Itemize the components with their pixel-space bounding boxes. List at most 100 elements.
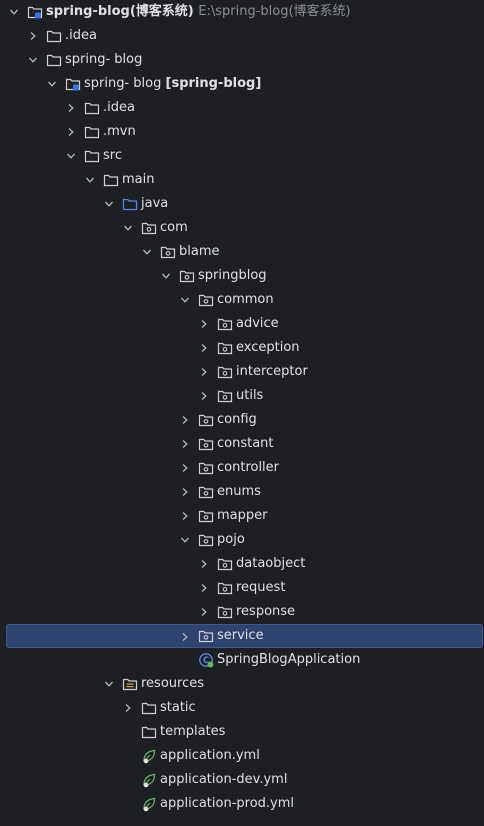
- chevron-down-icon[interactable]: [160, 264, 172, 288]
- node-label: mapper: [217, 508, 268, 523]
- tree-node-com[interactable]: com: [0, 216, 484, 240]
- tree-node-service[interactable]: service: [6, 624, 483, 648]
- chevron-down-icon[interactable]: [84, 168, 96, 192]
- tree-node-application-dev-yml[interactable]: application-dev.yml: [0, 768, 484, 792]
- tree-node-config[interactable]: config: [0, 408, 484, 432]
- tree-node-constant[interactable]: constant: [0, 432, 484, 456]
- chevron-right-icon[interactable]: [198, 552, 210, 576]
- tree-node-response[interactable]: response: [0, 600, 484, 624]
- tree-node-resources[interactable]: resources: [0, 672, 484, 696]
- tree-node-advice[interactable]: advice: [0, 312, 484, 336]
- tree-node-utils[interactable]: utils: [0, 384, 484, 408]
- node-label: application.yml: [160, 748, 260, 763]
- tree-node-controller[interactable]: controller: [0, 456, 484, 480]
- chevron-right-icon[interactable]: [65, 96, 77, 120]
- chevron-right-icon[interactable]: [179, 480, 191, 504]
- package-icon: [198, 508, 214, 524]
- node-label: pojo: [217, 532, 245, 547]
- tree-node-mapper[interactable]: mapper: [0, 504, 484, 528]
- chevron-right-icon[interactable]: [179, 504, 191, 528]
- node-label: request: [236, 580, 286, 595]
- package-icon: [198, 292, 214, 308]
- node-label: springblog: [198, 268, 267, 283]
- node-label: interceptor: [236, 364, 308, 379]
- tree-node-enums[interactable]: enums: [0, 480, 484, 504]
- module-folder-icon: [27, 4, 43, 20]
- chevron-down-icon[interactable]: [179, 288, 191, 312]
- chevron-right-icon[interactable]: [179, 408, 191, 432]
- chevron-down-icon[interactable]: [103, 192, 115, 216]
- node-label: blame: [179, 244, 220, 259]
- node-label: .idea: [65, 28, 97, 43]
- chevron-right-icon[interactable]: [198, 384, 210, 408]
- chevron-right-icon[interactable]: [27, 24, 39, 48]
- tree-node-interceptor[interactable]: interceptor: [0, 360, 484, 384]
- package-icon: [217, 580, 233, 596]
- chevron-down-icon[interactable]: [46, 72, 58, 96]
- tree-node-idea-root[interactable]: .idea: [0, 24, 484, 48]
- chevron-right-icon[interactable]: [179, 625, 191, 649]
- chevron-right-icon[interactable]: [198, 336, 210, 360]
- tree-node-java[interactable]: java: [0, 192, 484, 216]
- project-tree: spring-blog(博客系统) E:\spring-blog(博客系统) .…: [0, 0, 484, 816]
- chevron-down-icon[interactable]: [141, 240, 153, 264]
- chevron-right-icon[interactable]: [179, 456, 191, 480]
- package-icon: [198, 484, 214, 500]
- chevron-right-icon[interactable]: [198, 360, 210, 384]
- folder-icon: [84, 124, 100, 140]
- chevron-down-icon[interactable]: [65, 144, 77, 168]
- tree-node-pojo[interactable]: pojo: [0, 528, 484, 552]
- tree-node-spring-blog-application[interactable]: C SpringBlogApplication: [0, 648, 484, 672]
- chevron-down-icon[interactable]: [122, 216, 134, 240]
- tree-node-project-root[interactable]: spring-blog(博客系统) E:\spring-blog(博客系统): [0, 0, 484, 24]
- node-label: advice: [236, 316, 279, 331]
- tree-node-module[interactable]: spring- blog [spring-blog]: [0, 72, 484, 96]
- tree-node-spring-blog-folder[interactable]: spring- blog: [0, 48, 484, 72]
- chevron-right-icon[interactable]: [65, 120, 77, 144]
- chevron-right-icon[interactable]: [198, 312, 210, 336]
- tree-node-blame[interactable]: blame: [0, 240, 484, 264]
- tree-node-dataobject[interactable]: dataobject: [0, 552, 484, 576]
- package-icon: [217, 316, 233, 332]
- tree-node-mvn[interactable]: .mvn: [0, 120, 484, 144]
- module-label: spring- blog: [84, 76, 162, 91]
- chevron-right-icon[interactable]: [198, 576, 210, 600]
- project-path: E:\spring-blog(博客系统): [198, 4, 351, 19]
- node-label: spring- blog: [65, 52, 143, 67]
- tree-node-static[interactable]: static: [0, 696, 484, 720]
- tree-node-idea[interactable]: .idea: [0, 96, 484, 120]
- package-icon: [217, 364, 233, 380]
- tree-node-common[interactable]: common: [0, 288, 484, 312]
- chevron-right-icon[interactable]: [122, 696, 134, 720]
- package-icon: [160, 244, 176, 260]
- tree-node-springblog[interactable]: springblog: [0, 264, 484, 288]
- node-label: application-dev.yml: [160, 772, 288, 787]
- spring-boot-class-icon: C: [198, 652, 214, 668]
- node-label: .idea: [103, 100, 135, 115]
- chevron-down-icon[interactable]: [103, 672, 115, 696]
- chevron-down-icon[interactable]: [179, 528, 191, 552]
- chevron-right-icon[interactable]: [179, 432, 191, 456]
- tree-node-exception[interactable]: exception: [0, 336, 484, 360]
- tree-node-application-yml[interactable]: application.yml: [0, 744, 484, 768]
- node-label: controller: [217, 460, 280, 475]
- tree-node-src[interactable]: src: [0, 144, 484, 168]
- chevron-right-icon[interactable]: [198, 600, 210, 624]
- tree-node-request[interactable]: request: [0, 576, 484, 600]
- chevron-down-icon[interactable]: [8, 0, 20, 24]
- node-label: common: [217, 292, 274, 307]
- node-label: service: [217, 628, 264, 643]
- folder-icon: [141, 724, 157, 740]
- folder-icon: [84, 148, 100, 164]
- tree-node-application-prod-yml[interactable]: application-prod.yml: [0, 792, 484, 816]
- chevron-down-icon[interactable]: [27, 48, 39, 72]
- node-label: config: [217, 412, 257, 427]
- module-tag: [spring-blog]: [165, 76, 262, 91]
- tree-node-main[interactable]: main: [0, 168, 484, 192]
- spring-yaml-file-icon: [141, 772, 157, 788]
- package-icon: [141, 220, 157, 236]
- tree-node-templates[interactable]: templates: [0, 720, 484, 744]
- package-icon: [198, 532, 214, 548]
- folder-icon: [46, 28, 62, 44]
- node-label: com: [160, 220, 188, 235]
